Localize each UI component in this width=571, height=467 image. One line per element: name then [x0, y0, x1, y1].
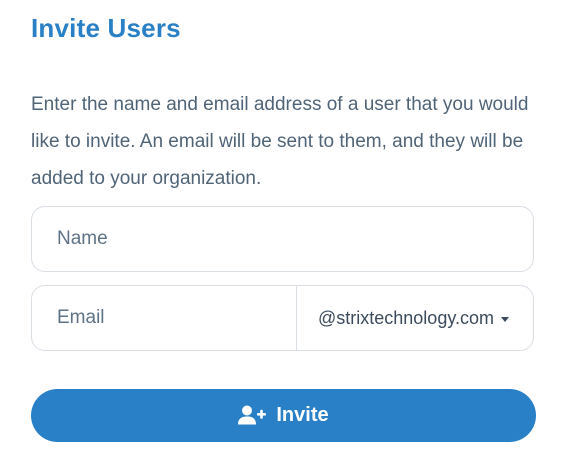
email-field-container: @strixtechnology.com	[31, 285, 534, 351]
name-input[interactable]	[32, 207, 533, 271]
chevron-down-icon	[501, 316, 510, 322]
page-title: Invite Users	[31, 13, 181, 43]
domain-select[interactable]: @strixtechnology.com	[296, 286, 533, 350]
invite-description: Enter the name and email address of a us…	[31, 94, 529, 189]
invite-button-label: Invite	[276, 404, 329, 426]
email-input[interactable]	[32, 286, 296, 350]
invite-users-panel: Invite Users Enter the name and email ad…	[0, 0, 571, 467]
user-plus-icon	[238, 405, 267, 425]
invite-button[interactable]: Invite	[31, 389, 536, 442]
domain-select-value: @strixtechnology.com	[318, 307, 495, 328]
name-field-container	[31, 206, 534, 272]
